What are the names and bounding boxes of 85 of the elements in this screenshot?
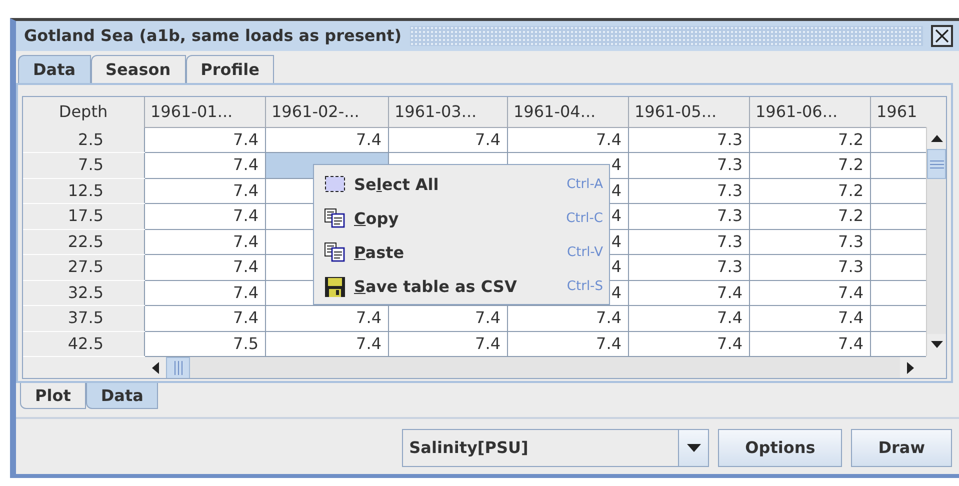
table-cell: 7.2: [749, 127, 870, 152]
shortcut-label: Ctrl-S: [566, 278, 603, 296]
dropdown-field[interactable]: Salinity[PSU]: [402, 429, 680, 467]
table-cell: 7.3: [628, 204, 749, 229]
scroll-right-button[interactable]: [900, 357, 922, 378]
tab[interactable]: Profile: [186, 55, 274, 83]
table-cell: 7.4: [388, 306, 507, 331]
shortcut-label: Ctrl-A: [566, 176, 603, 194]
down-arrow-icon: [930, 341, 942, 349]
table-cell: 7.4: [265, 127, 388, 152]
column-header[interactable]: 1961-03...: [388, 97, 507, 127]
shortcut-label: Ctrl-C: [566, 210, 603, 228]
scrollbar-thumb[interactable]: [166, 357, 190, 378]
table-cell: 7.4: [628, 280, 749, 306]
table-cell: 7.3: [628, 178, 749, 204]
scroll-down-button[interactable]: [927, 334, 946, 356]
table-cell: 7.4: [749, 331, 870, 356]
tab[interactable]: Season: [90, 55, 186, 83]
row-header: 12.5: [23, 178, 144, 204]
table-cell: 7.4: [265, 331, 388, 356]
copy-icon: [324, 208, 346, 230]
table-cell: 7.3: [628, 127, 749, 152]
right-arrow-icon: [907, 362, 915, 374]
table-cell: 7.3: [628, 152, 749, 178]
tab[interactable]: Plot: [20, 383, 86, 409]
column-header[interactable]: 1961-06...: [749, 97, 870, 127]
row-header: 37.5: [23, 306, 144, 331]
scroll-left-button[interactable]: [144, 357, 166, 378]
table-cell: 7.4: [144, 127, 265, 152]
row-header: 27.5: [23, 254, 144, 280]
close-icon: [935, 29, 949, 43]
toolbar-button[interactable]: Draw: [851, 429, 952, 467]
toolbar-button[interactable]: Options: [718, 429, 842, 467]
close-button[interactable]: [931, 25, 953, 47]
table-cell: 7.3: [749, 229, 870, 254]
table-cell: 7.4: [144, 152, 265, 178]
table-cell: 7.4: [749, 280, 870, 306]
table-cell: 7.4: [749, 306, 870, 331]
column-header[interactable]: 1961-01...: [144, 97, 265, 127]
scroll-up-button[interactable]: [927, 127, 946, 149]
column-header[interactable]: 1961-04...: [507, 97, 628, 127]
table-cell: 7.4: [265, 306, 388, 331]
grip-icon: [174, 361, 182, 375]
dropdown-button[interactable]: [679, 429, 710, 467]
table-cell: 7.4: [388, 331, 507, 356]
row-header: 22.5: [23, 229, 144, 254]
menu-item-label: Select All: [354, 174, 440, 196]
caret-icon: [686, 444, 701, 452]
table-cell: 7.4: [144, 280, 265, 306]
table-cell: 7.4: [144, 204, 265, 229]
paste-icon: [324, 242, 346, 264]
table-cell: 7.4: [144, 306, 265, 331]
menu-item-label: Paste: [354, 242, 406, 264]
tab[interactable]: Data: [86, 383, 158, 409]
row-header: 7.5: [23, 152, 144, 178]
window-title: Gotland Sea (a1b, same loads as present): [24, 25, 402, 47]
grip-icon: [930, 160, 944, 168]
column-header[interactable]: 1961-05...: [628, 97, 749, 127]
table-cell: 7.4: [144, 178, 265, 204]
scrollbar-thumb[interactable]: [927, 149, 946, 179]
table-cell: 7.4: [388, 127, 507, 152]
table-cell: 7.3: [628, 229, 749, 254]
column-header[interactable]: 1961-02-...: [265, 97, 388, 127]
table-cell: 7.4: [628, 306, 749, 331]
table-cell: 7.4: [507, 331, 628, 356]
table-cell: 7.2: [749, 152, 870, 178]
column-header[interactable]: 1961: [870, 97, 926, 127]
table-cell: 7.4: [144, 229, 265, 254]
table-cell: 7.4: [507, 306, 628, 331]
row-header: 17.5: [23, 204, 144, 229]
up-arrow-icon: [930, 134, 942, 142]
tab[interactable]: Data: [18, 55, 91, 83]
table-cell: 7.4: [628, 331, 749, 356]
table-cell: 7.5: [144, 331, 265, 356]
table-cell: 7.3: [749, 254, 870, 280]
table-cell: 7.2: [749, 204, 870, 229]
table-cell: 7.3: [628, 254, 749, 280]
row-header: 2.5: [23, 127, 144, 152]
left-arrow-icon: [151, 362, 159, 374]
table-cell: 7.4: [507, 127, 628, 152]
row-header: 32.5: [23, 280, 144, 306]
menu-item-label: Copy: [354, 208, 400, 230]
table-cell: 7.2: [749, 178, 870, 204]
table-cell: 7.4: [144, 254, 265, 280]
row-header: 42.5: [23, 331, 144, 356]
